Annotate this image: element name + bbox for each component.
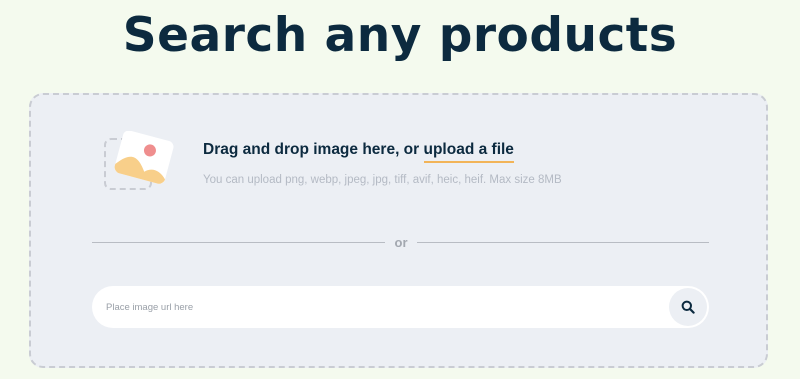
or-divider: or bbox=[92, 235, 709, 251]
divider-line-right bbox=[417, 242, 709, 243]
dropzone-title: Drag and drop image here, or upload a fi… bbox=[203, 141, 514, 163]
page-title: Search any products bbox=[122, 8, 678, 63]
image-url-input[interactable] bbox=[106, 286, 656, 328]
dropzone-title-prefix: Drag and drop image here, or bbox=[203, 141, 424, 158]
search-icon bbox=[681, 300, 695, 314]
image-url-search-bar bbox=[92, 286, 709, 328]
search-button[interactable] bbox=[669, 288, 707, 326]
upload-file-link[interactable]: upload a file bbox=[423, 141, 514, 163]
supported-formats-hint: You can upload png, webp, jpeg, jpg, tif… bbox=[203, 174, 562, 186]
image-upload-icon bbox=[103, 130, 175, 193]
divider-line-left bbox=[92, 242, 385, 243]
image-dropzone[interactable]: Drag and drop image here, or upload a fi… bbox=[29, 93, 768, 368]
divider-label: or bbox=[394, 235, 408, 250]
page: Search any products Drag and drop image … bbox=[0, 0, 800, 379]
